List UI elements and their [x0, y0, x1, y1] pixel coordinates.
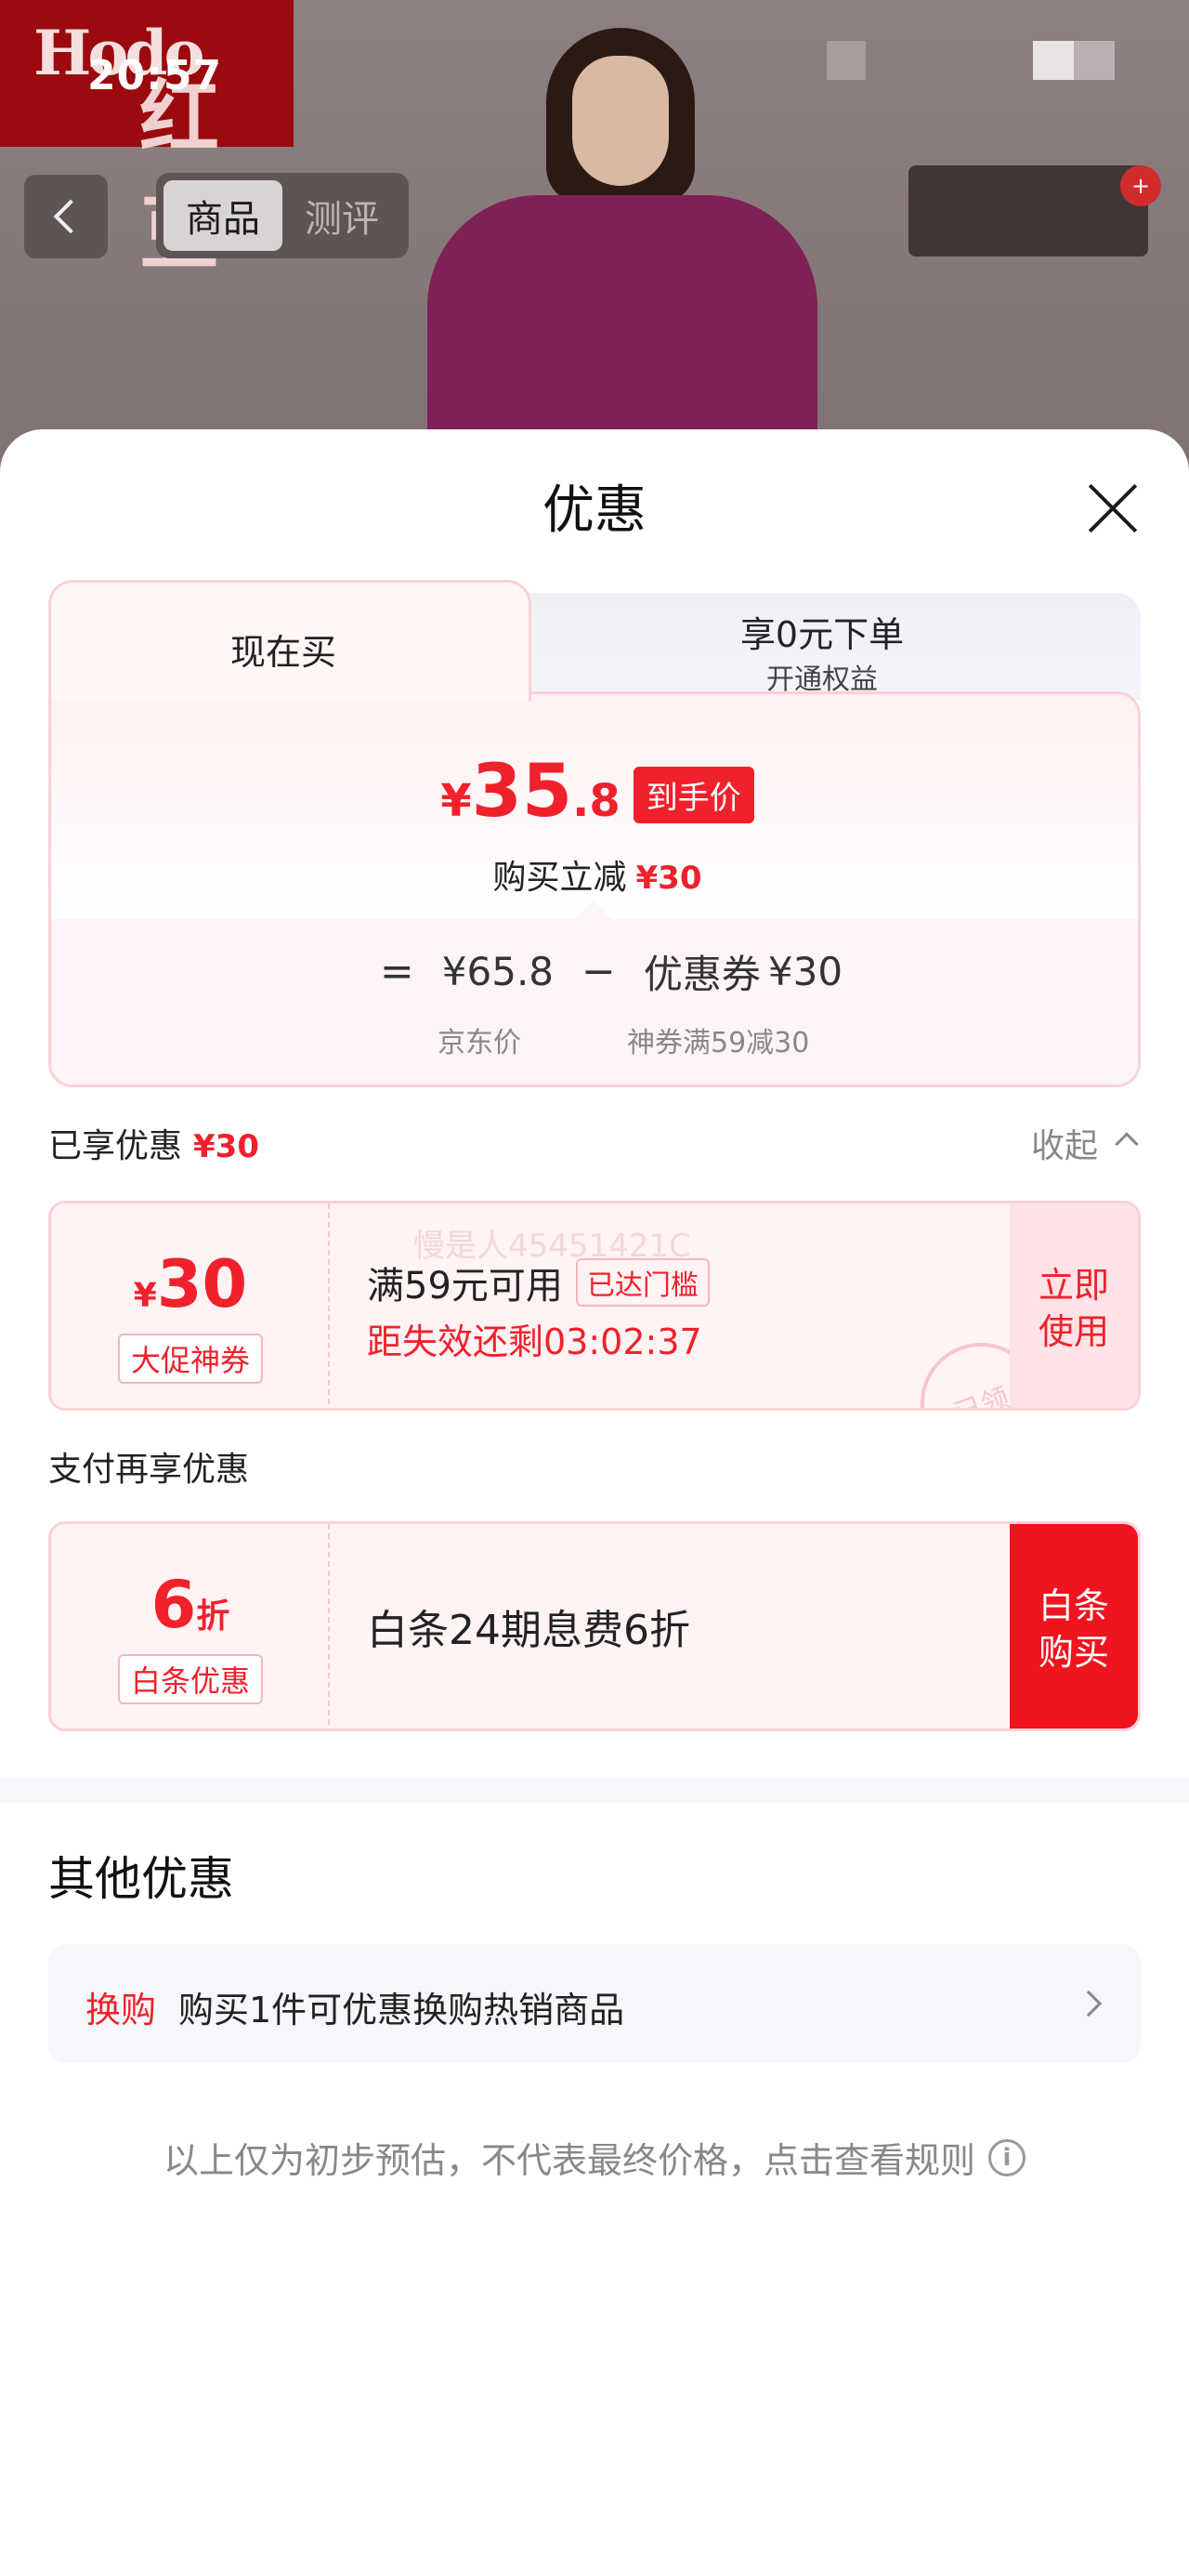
swap-text: 购买1件可优惠换购热销商品: [178, 1990, 625, 2031]
equals-sign: =: [379, 948, 414, 995]
reduction-line: 购买立减 ¥30: [51, 850, 1138, 899]
enjoyed-title: 已享优惠 ¥30: [48, 1119, 259, 1167]
close-icon[interactable]: [1085, 480, 1141, 535]
header-tabs: 商品 测评: [156, 173, 409, 258]
reduction-value: ¥30: [635, 860, 702, 897]
baitiao-discount-unit: 折: [196, 1597, 230, 1636]
baitiao-buy-label: 白条购买: [1038, 1585, 1109, 1673]
tab-review[interactable]: 测评: [282, 180, 401, 251]
coupon-amount: ¥30: [51, 1246, 330, 1322]
coupon-badge: 大促神券: [118, 1334, 264, 1384]
coupon-card: 慢是人45451421C ¥30 大促神券 满59元可用 已达门槛 距失效还剩0…: [48, 1201, 1141, 1411]
chevron-left-icon: [53, 199, 88, 234]
swap-tag: 换购: [85, 1990, 157, 2031]
chevron-up-icon[interactable]: [1115, 1132, 1139, 1156]
other-offers-title: 其他优惠: [48, 1852, 234, 1906]
plus-badge-icon: +: [1120, 165, 1161, 206]
coupon-symbol: ¥: [133, 1277, 157, 1315]
baitiao-buy-button[interactable]: 白条购买: [1010, 1524, 1138, 1728]
final-price-tag: 到手价: [633, 767, 754, 823]
status-indicator: [827, 41, 866, 80]
info-icon[interactable]: i: [988, 2138, 1026, 2176]
price-card: 享0元下单 开通权益 现在买 ¥ 35 .8 到手价 购买立减 ¥30 = ¥65…: [48, 580, 1141, 1087]
coupon-condition: 满59元可用: [367, 1265, 563, 1308]
product-model-image: [390, 19, 873, 483]
price-symbol: ¥: [440, 775, 472, 827]
back-button[interactable]: [24, 175, 108, 258]
price-body: ¥ 35 .8 到手价 购买立减 ¥30 = ¥65.8 − 优惠券 ¥30 京东…: [48, 691, 1141, 1087]
swap-offer-row[interactable]: 换购 购买1件可优惠换购热销商品: [48, 1944, 1141, 2063]
status-time: 20:57: [87, 52, 223, 99]
tab-zero-pay-title: 享0元下单: [739, 614, 905, 655]
coupon-value: ¥30: [767, 949, 843, 994]
coupon-amount-value: 30: [156, 1246, 248, 1322]
coupon-label: 优惠券: [643, 952, 761, 997]
use-now-label: 立即使用: [1038, 1265, 1109, 1352]
minus-sign: −: [581, 948, 616, 995]
tab-zero-pay[interactable]: 享0元下单 开通权益: [503, 593, 1141, 701]
price-integer: 35: [471, 750, 573, 834]
chevron-right-icon: [1075, 1990, 1103, 2017]
tab-buy-now-label: 现在买: [229, 632, 336, 673]
collapse-button[interactable]: 收起: [1031, 1119, 1098, 1167]
enjoyed-label: 已享优惠: [48, 1127, 183, 1165]
share-pill[interactable]: +: [908, 165, 1161, 256]
battery-icon: [1033, 41, 1074, 80]
signal-icon: [1074, 41, 1115, 80]
use-now-button[interactable]: 立即使用: [1010, 1203, 1138, 1408]
discount-sheet: 优惠 享0元下单 开通权益 现在买 ¥ 35 .8 到手价 购买立减¥30 =: [0, 429, 1189, 2576]
final-price: ¥ 35 .8 到手价: [51, 750, 1138, 834]
tab-buy-now[interactable]: 现在买: [48, 580, 531, 701]
tab-product[interactable]: 商品: [163, 180, 282, 251]
reduction-label: 购买立减: [492, 859, 627, 897]
product-image-backdrop: Hodo 红豆 20:57 商品 测评 +: [0, 0, 1189, 483]
price-formula: = ¥65.8 − 优惠券 ¥30 京东价 神券满59减30: [51, 900, 1138, 1084]
footnote-text: 以上仅为初步预估，不代表最终价格，点击查看规则: [163, 2140, 975, 2181]
pay-section-title: 支付再享优惠: [48, 1451, 250, 1489]
jd-price-caption: 京东价: [438, 1027, 521, 1059]
baitiao-discount: 6折: [51, 1567, 330, 1643]
baitiao-badge: 白条优惠: [118, 1654, 264, 1704]
coupon-expiry: 距失效还剩03:02:37: [367, 1321, 702, 1362]
sheet-title: 优惠: [542, 480, 647, 541]
section-divider: [0, 1779, 1189, 1803]
baitiao-discount-num: 6: [150, 1567, 197, 1643]
baitiao-card: 6折 白条优惠 白条24期息费6折 白条购买: [48, 1521, 1141, 1731]
rules-footnote[interactable]: 以上仅为初步预估，不代表最终价格，点击查看规则 i: [0, 2132, 1189, 2183]
baitiao-description: 白条24期息费6折: [367, 1607, 690, 1654]
price-decimal: .8: [572, 775, 621, 827]
coupon-caption: 神券满59减30: [627, 1027, 810, 1059]
enjoyed-amount: ¥30: [193, 1128, 259, 1165]
coupon-status-badge: 已达门槛: [575, 1258, 710, 1307]
jd-price: ¥65.8: [441, 949, 555, 994]
